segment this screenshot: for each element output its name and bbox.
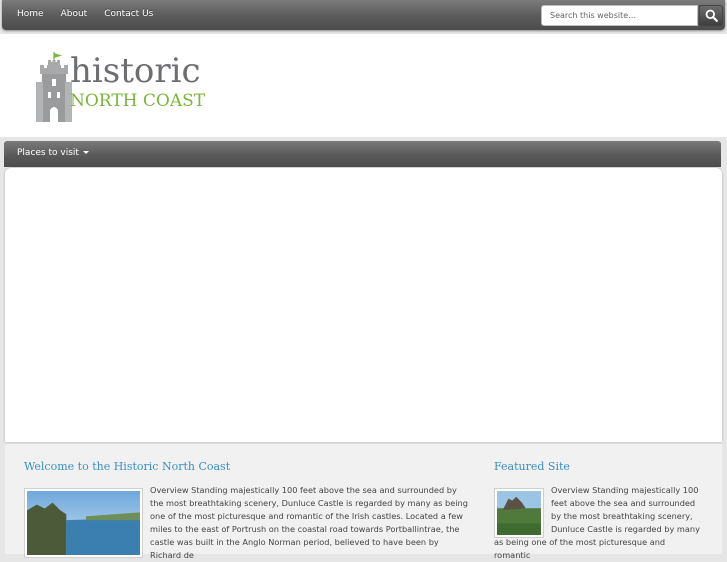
welcome-title: Welcome to the Historic North Coast [24, 460, 231, 473]
banner-slider [5, 168, 722, 442]
welcome-image [24, 488, 143, 558]
top-nav-bar: Home About Contact Us [2, 0, 725, 30]
castle-icon [36, 52, 72, 122]
search-icon [705, 9, 718, 22]
nav-about-link[interactable]: About [54, 0, 98, 30]
content-area: Welcome to the Historic North Coast Over… [5, 443, 722, 560]
nav-contact-link[interactable]: Contact Us [97, 0, 163, 30]
featured-image [494, 488, 544, 538]
welcome-text: Overview Standing majestically 100 feet … [150, 485, 468, 560]
site-logo[interactable]: historic NORTH COAST [36, 52, 236, 122]
nav-home-link[interactable]: Home [10, 0, 54, 30]
featured-text: Overview Standing majestically 100 feet … [551, 485, 700, 534]
castle-photo [497, 491, 541, 535]
top-nav: Home About Contact Us [10, 0, 163, 30]
menu-places-label: Places to visit [17, 148, 79, 158]
logo-historic-text: historic [70, 51, 201, 91]
featured-text-continued: as being one of the most picturesque and… [494, 537, 666, 560]
search-input[interactable] [541, 5, 698, 26]
featured-title: Featured Site [494, 460, 570, 473]
logo-north-coast-text: NORTH COAST [70, 91, 206, 111]
main-menu-bar: Places to visit [4, 141, 721, 167]
coast-photo [27, 491, 140, 555]
search-button[interactable] [699, 5, 723, 26]
menu-places-to-visit[interactable]: Places to visit [17, 141, 89, 166]
caret-down-icon [82, 151, 89, 154]
site-header: historic NORTH COAST [0, 34, 727, 137]
